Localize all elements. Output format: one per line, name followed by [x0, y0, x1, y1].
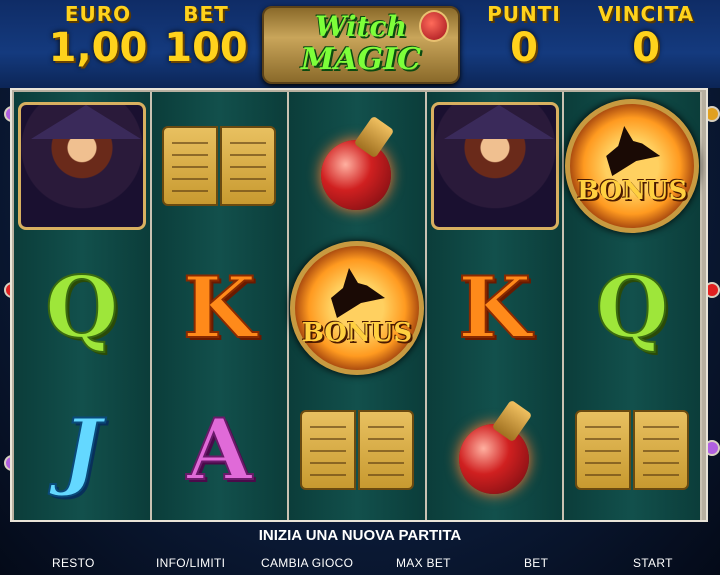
symbol-witch: [427, 96, 563, 236]
symbol-a: A: [152, 380, 288, 520]
logo-line2: MAGIC: [300, 42, 421, 77]
max-bet-button[interactable]: MAX BET: [396, 556, 451, 570]
symbol-j: J: [14, 380, 150, 520]
bonus-label: BONUS: [577, 176, 688, 206]
bet-display: BET 100: [160, 2, 252, 70]
button-bar: RESTO INFO/LIMITI CAMBIA GIOCO MAX BET B…: [0, 556, 720, 575]
reel-3: BONUS: [289, 92, 427, 520]
info-limits-button[interactable]: INFO/LIMITI: [156, 556, 225, 570]
vincita-display: VINCITA 0: [590, 2, 702, 70]
potion-icon: [311, 115, 403, 214]
change-game-button[interactable]: CAMBIA GIOCO: [261, 556, 353, 570]
euro-value: 1,00: [48, 25, 148, 71]
letter-q-icon: Q: [595, 258, 670, 357]
letter-q-icon: Q: [44, 258, 119, 357]
symbol-bonus: BONUS: [289, 238, 425, 378]
punti-display: PUNTI 0: [478, 2, 570, 70]
reel-5: BONUS Q: [564, 92, 702, 520]
bonus-icon: BONUS: [289, 241, 424, 375]
start-button[interactable]: START: [633, 556, 673, 570]
bonus-label: BONUS: [301, 318, 413, 348]
euro-label: EURO: [64, 2, 132, 26]
punti-label: PUNTI: [487, 2, 561, 26]
status-message: INIZIA UNA NUOVA PARTITA: [258, 527, 462, 544]
vincita-label: VINCITA: [597, 2, 695, 26]
symbol-book: [152, 96, 288, 236]
reel-2: KA: [151, 92, 290, 520]
reel-1: QJ: [14, 92, 152, 520]
bet-value: 100: [164, 25, 248, 71]
symbol-q: Q: [14, 238, 150, 378]
symbol-witch: [14, 96, 150, 236]
vincita-value: 0: [632, 25, 660, 71]
symbol-bonus: BONUS: [564, 96, 700, 236]
potion-icon: [449, 399, 541, 498]
letter-k-icon: K: [457, 258, 532, 357]
spell-book-icon: [573, 404, 691, 496]
symbol-book: [564, 380, 700, 520]
letter-a-icon: A: [186, 400, 253, 499]
resto-button[interactable]: RESTO: [52, 556, 95, 570]
witch-icon: [17, 102, 146, 230]
top-bar: EURO 1,00 BET 100 Witch MAGIC PUNTI 0 VI…: [0, 0, 720, 88]
bet-label: BET: [183, 2, 229, 26]
letter-k-icon: K: [182, 258, 257, 357]
bet-button[interactable]: BET: [524, 556, 548, 570]
symbol-potion: [427, 380, 563, 520]
spell-book-icon: [160, 120, 278, 212]
euro-display: EURO 1,00: [48, 2, 148, 70]
bonus-icon: BONUS: [565, 99, 700, 233]
symbol-k: K: [427, 238, 563, 378]
symbol-k: K: [152, 238, 288, 378]
symbol-book: [289, 380, 425, 520]
symbol-potion: [289, 96, 425, 236]
spell-book-icon: [298, 404, 416, 496]
letter-j-icon: J: [61, 400, 103, 499]
game-logo: Witch MAGIC: [262, 6, 460, 84]
reels-frame: Q J K A BONUS K BONUS Q: [10, 88, 708, 522]
reel-4: K: [426, 92, 565, 520]
logo-potion-icon: [419, 10, 449, 42]
symbol-q: Q: [564, 238, 700, 378]
witch-icon: [430, 102, 559, 230]
punti-value: 0: [510, 25, 538, 71]
